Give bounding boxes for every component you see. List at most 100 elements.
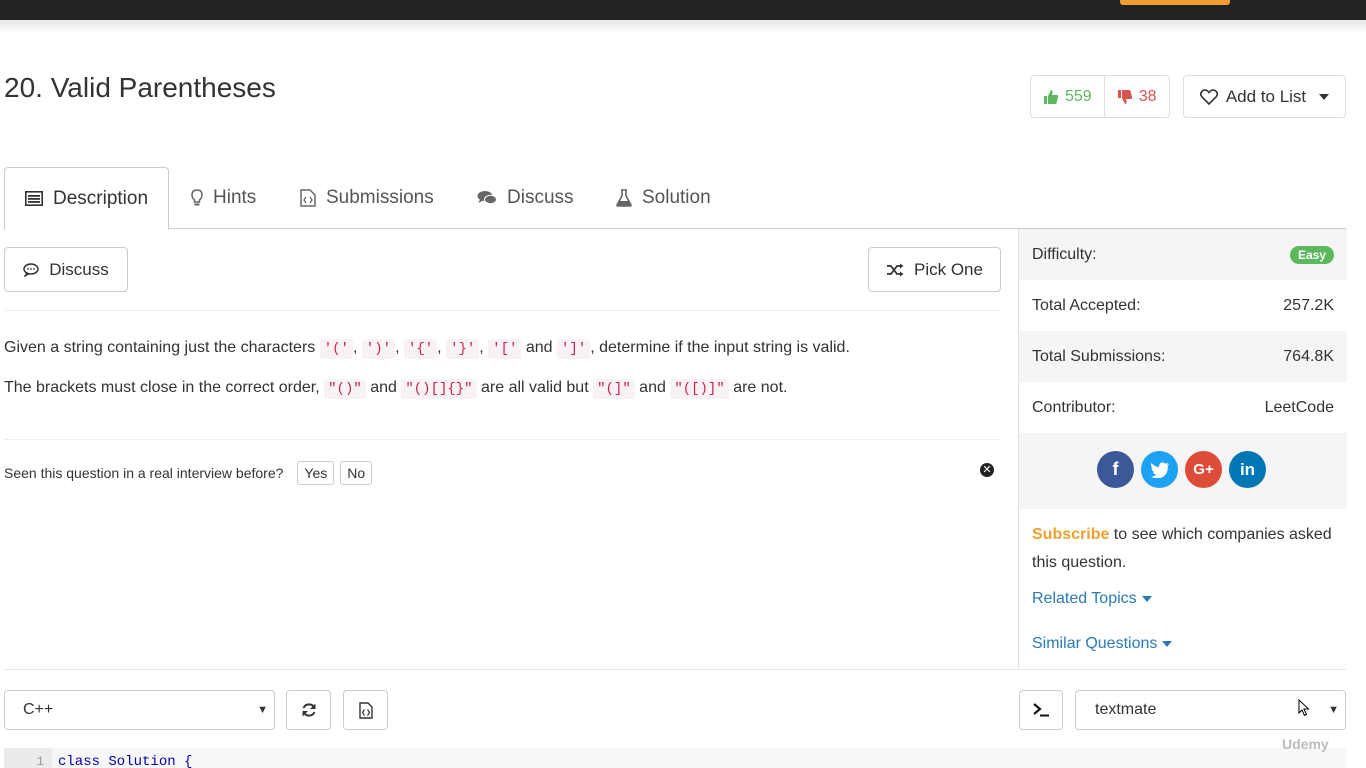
yes-button[interactable]: Yes (297, 461, 335, 485)
discuss-label: Discuss (49, 259, 109, 279)
facebook-icon[interactable]: f (1097, 451, 1134, 488)
mouse-cursor-icon (1298, 699, 1310, 717)
linkedin-icon[interactable]: in (1229, 451, 1266, 488)
navbar-shadow (0, 20, 1366, 34)
similar-questions-link[interactable]: Similar Questions (1032, 635, 1173, 653)
divider (4, 310, 1000, 311)
discuss-button[interactable]: Discuss (4, 247, 128, 292)
flask-icon (616, 189, 632, 207)
difficulty-label: Difficulty: (1032, 245, 1097, 263)
top-navbar (0, 0, 1366, 20)
line-number: 1 (4, 748, 52, 768)
tab-label: Discuss (507, 187, 574, 208)
submissions-row: Total Submissions: 764.8K (1019, 331, 1347, 382)
page-title: 20. Valid Parentheses (4, 72, 276, 103)
file-code-icon (300, 189, 316, 207)
description-line-2: The brackets must close in the correct o… (4, 377, 787, 400)
accepted-value: 257.2K (1283, 296, 1334, 314)
sidebar: Difficulty: Easy Total Accepted: 257.2K … (1018, 229, 1347, 669)
description-line-1: Given a string containing just the chara… (4, 339, 850, 359)
dropdown-arrow-icon: ▼ (257, 704, 268, 716)
code-example: "(]" (593, 379, 635, 399)
comment-icon (23, 262, 39, 277)
code-example: "()[]{}" (401, 379, 477, 399)
google-plus-icon[interactable]: G+ (1185, 451, 1222, 488)
caret-down-icon (1162, 640, 1173, 647)
downvote-count: 38 (1138, 87, 1157, 105)
divider (4, 669, 1346, 670)
lightbulb-icon (191, 189, 203, 206)
downvote-button[interactable]: 38 (1105, 76, 1169, 117)
thumbs-down-icon (1117, 89, 1132, 104)
code-char: '(' (319, 339, 353, 359)
file-code-icon (358, 701, 373, 719)
upvote-count: 559 (1065, 87, 1092, 105)
tab-submissions[interactable]: Submissions (300, 167, 434, 229)
tab-solution[interactable]: Solution (616, 167, 711, 229)
reset-code-button[interactable] (286, 690, 331, 730)
related-topics-label: Related Topics (1032, 590, 1137, 607)
navbar-accent (1120, 0, 1230, 5)
refresh-icon (302, 703, 315, 717)
tab-hints[interactable]: Hints (191, 167, 256, 229)
list-icon (25, 191, 43, 206)
no-button[interactable]: No (340, 461, 373, 485)
twitter-icon[interactable] (1141, 451, 1178, 488)
social-share: f G+ in (1097, 451, 1266, 488)
divider (4, 439, 1000, 440)
vote-group: 559 38 (1030, 75, 1170, 118)
similar-questions-label: Similar Questions (1032, 635, 1158, 652)
accepted-row: Total Accepted: 257.2K (1019, 280, 1347, 331)
interview-prompt: Seen this question in a real interview b… (4, 461, 373, 485)
contributor-label: Contributor: (1032, 398, 1116, 416)
code-char: '[' (488, 339, 522, 359)
tab-label: Solution (642, 187, 711, 208)
thumbs-up-icon (1044, 89, 1059, 104)
description-text: are not. (733, 379, 788, 396)
tab-label: Hints (213, 187, 257, 208)
code-char: ')' (361, 339, 396, 359)
heart-icon (1199, 88, 1218, 105)
code-editor[interactable]: 1 class Solution { (4, 748, 1346, 768)
close-icon[interactable]: ✕ (980, 463, 994, 477)
add-to-list-button[interactable]: Add to List (1183, 75, 1346, 118)
description-text: are all valid but (481, 379, 589, 396)
language-select[interactable]: C++ ▼ (4, 690, 275, 730)
description-text: , determine if the input string is valid… (590, 339, 850, 356)
interview-question: Seen this question in a real interview b… (4, 465, 284, 481)
tab-discuss[interactable]: Discuss (477, 167, 574, 229)
description-text: The brackets must close in the correct o… (4, 379, 320, 396)
description-text: Given a string containing just the chara… (4, 339, 316, 356)
udemy-watermark: Udemy (1282, 736, 1329, 752)
terminal-icon (1033, 703, 1049, 717)
difficulty-row: Difficulty: Easy (1019, 229, 1347, 280)
submissions-label: Total Submissions: (1032, 347, 1166, 365)
comments-icon (477, 191, 497, 205)
code-char: '}' (446, 339, 480, 359)
code-example: "([)]" (670, 379, 729, 399)
language-value: C++ (23, 701, 54, 718)
add-to-list-label: Add to List (1225, 86, 1307, 106)
related-topics-link[interactable]: Related Topics (1032, 590, 1152, 608)
code-line: class Solution { (58, 754, 193, 768)
tab-description[interactable]: Description (4, 167, 170, 230)
dropdown-arrow-icon: ▼ (1328, 704, 1339, 716)
contributor-row: Contributor: LeetCode (1019, 382, 1347, 433)
upvote-button[interactable]: 559 (1031, 76, 1105, 117)
code-char: '{' (403, 339, 438, 359)
difficulty-badge: Easy (1289, 245, 1334, 264)
tab-label: Submissions (326, 187, 434, 208)
shuffle-icon (887, 263, 904, 276)
subscribe-text: Subscribe to see which companies asked t… (1032, 521, 1332, 577)
pick-one-button[interactable]: Pick One (868, 247, 1001, 292)
subscribe-link[interactable]: Subscribe (1032, 526, 1109, 543)
description-text: and (639, 379, 666, 396)
tab-bar: Description Hints Submissions Discuss So… (4, 167, 1346, 230)
console-button[interactable] (1019, 690, 1063, 730)
description-text: and (525, 339, 553, 356)
contributor-value: LeetCode (1264, 398, 1334, 416)
code-char: ']' (557, 339, 591, 359)
caret-down-icon (1141, 595, 1152, 602)
code-file-button[interactable] (343, 690, 388, 730)
chevron-down-icon (1319, 93, 1330, 100)
